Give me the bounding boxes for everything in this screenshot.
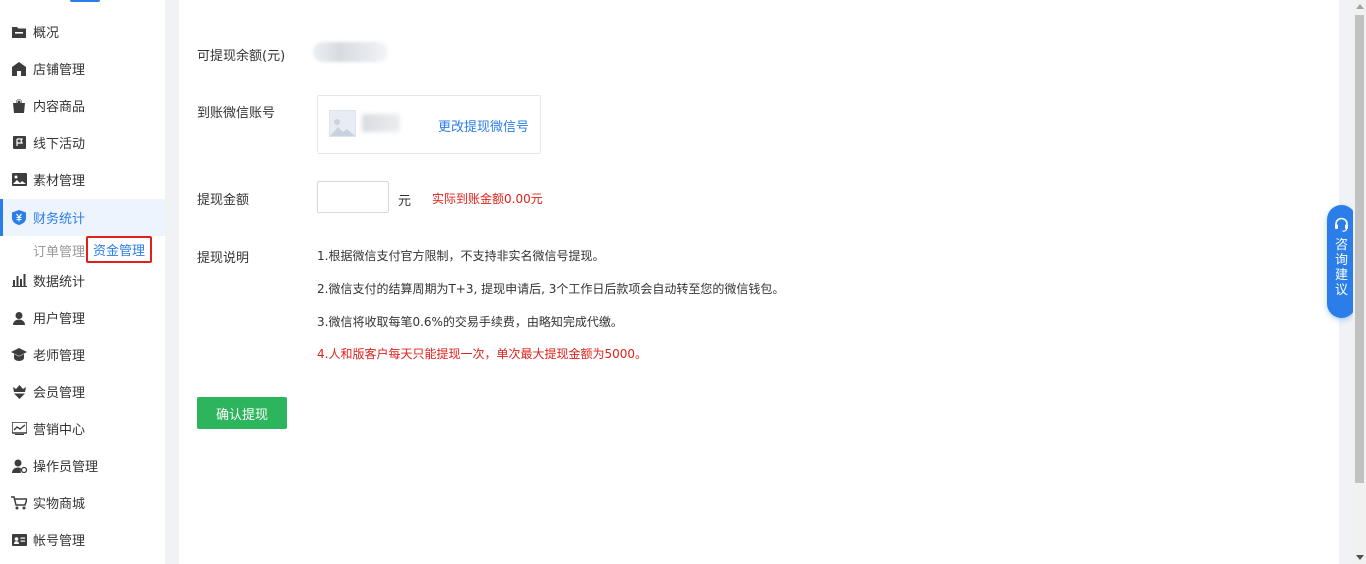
image-placeholder-icon	[330, 119, 355, 136]
sidebar-item-label: 财务统计	[33, 212, 86, 227]
sidebar-item-label: 操作员管理	[33, 460, 99, 475]
sidebar-item-store[interactable]: 店铺管理	[0, 50, 165, 87]
notes-label: 提现说明	[197, 251, 250, 266]
balance-value-blurred	[313, 42, 388, 62]
sidebar-item-assets[interactable]: 素材管理	[0, 161, 165, 198]
sidebar-top-indicator	[70, 0, 100, 2]
sidebar-item-label: 实物商城	[33, 497, 86, 512]
store-icon	[11, 61, 27, 77]
consult-char: 建	[1334, 268, 1348, 283]
sidebar-item-content[interactable]: 内容商品	[0, 87, 165, 124]
wechat-name-blurred	[362, 114, 400, 132]
vertical-scrollbar[interactable]	[1353, 0, 1366, 564]
cart-icon	[11, 495, 27, 511]
note-4: 4.人和版客户每天只能提现一次，单次最大提现金额为5000。	[317, 347, 647, 361]
sidebar-subitem-funds[interactable]: 资金管理	[86, 236, 153, 263]
sidebar-item-label: 数据统计	[33, 275, 86, 290]
sidebar-item-account[interactable]: 帐号管理	[0, 521, 165, 558]
image-icon	[11, 172, 27, 188]
sidebar-item-label: 素材管理	[33, 174, 86, 189]
sidebar-subitem-orders[interactable]: 订单管理	[33, 241, 85, 260]
sidebar-item-data[interactable]: 数据统计	[0, 262, 165, 299]
consult-suggestion-button[interactable]: 咨 询 建 议	[1327, 205, 1356, 318]
account-label: 到账微信账号	[197, 106, 276, 121]
sidebar-item-overview[interactable]: 概况	[0, 13, 165, 50]
crown-heart-icon	[11, 384, 27, 400]
scroll-up-arrow-icon[interactable]	[1356, 4, 1364, 9]
sidebar-item-label: 用户管理	[33, 312, 86, 327]
sidebar-item-marketing[interactable]: 营销中心	[0, 410, 165, 447]
scrollbar-thumb[interactable]	[1355, 15, 1364, 483]
wechat-avatar	[329, 110, 356, 137]
sidebar-item-teachers[interactable]: 老师管理	[0, 336, 165, 373]
sidebar-item-label: 帐号管理	[33, 534, 86, 549]
sidebar-item-finance[interactable]: 财务统计	[0, 199, 165, 236]
sidebar-item-mall[interactable]: 实物商城	[0, 484, 165, 521]
sidebar-item-label: 店铺管理	[33, 63, 86, 78]
sidebar-item-label: 会员管理	[33, 386, 86, 401]
amount-label: 提现金额	[197, 193, 250, 208]
folder-icon	[11, 24, 27, 40]
sidebar-item-label: 线下活动	[33, 137, 86, 152]
flag-icon	[11, 135, 27, 151]
user-icon	[11, 310, 27, 326]
sidebar-item-offline[interactable]: 线下活动	[0, 124, 165, 161]
consult-char: 议	[1334, 283, 1348, 298]
withdraw-amount-input[interactable]	[317, 181, 389, 213]
yuan-shield-icon	[11, 210, 27, 226]
confirm-withdraw-button[interactable]: 确认提现	[197, 397, 287, 429]
operator-icon	[11, 458, 27, 474]
sidebar-item-label: 老师管理	[33, 349, 86, 364]
id-card-icon	[11, 532, 27, 548]
graduation-cap-icon	[11, 347, 27, 363]
sidebar-item-members[interactable]: 会员管理	[0, 373, 165, 410]
sidebar-item-operators[interactable]: 操作员管理	[0, 447, 165, 484]
wechat-account-box: 更改提现微信号	[317, 95, 541, 154]
scroll-down-arrow-icon[interactable]	[1356, 555, 1364, 560]
note-2: 2.微信支付的结算周期为T+3, 提现申请后, 3个工作日后款项会自动转至您的微…	[317, 282, 785, 296]
trend-chart-icon	[11, 421, 27, 437]
sidebar-item-users[interactable]: 用户管理	[0, 299, 165, 336]
consult-char: 询	[1334, 253, 1348, 268]
bar-chart-icon	[11, 273, 27, 289]
change-wechat-link[interactable]: 更改提现微信号	[438, 116, 529, 135]
consult-label: 咨 询 建 议	[1335, 238, 1348, 298]
sidebar: 概况 店铺管理 内容商品 线下活动 素材管理 财务统计 订单管理 资金管理 数据…	[0, 0, 165, 564]
sidebar-item-label: 内容商品	[33, 100, 86, 115]
amount-unit: 元	[398, 194, 412, 209]
sidebar-item-label: 营销中心	[33, 423, 86, 438]
note-1: 1.根据微信支付官方限制，不支持非实名微信号提现。	[317, 249, 605, 263]
headset-icon	[1335, 217, 1348, 232]
balance-label: 可提现余额(元)	[197, 49, 286, 64]
consult-char: 咨	[1334, 238, 1348, 253]
note-3: 3.微信将收取每笔0.6%的交易手续费，由略知完成代缴。	[317, 315, 623, 329]
bag-icon	[11, 98, 27, 114]
actual-amount-text: 实际到账金额0.00元	[432, 192, 543, 206]
sidebar-item-label: 概况	[33, 26, 60, 41]
